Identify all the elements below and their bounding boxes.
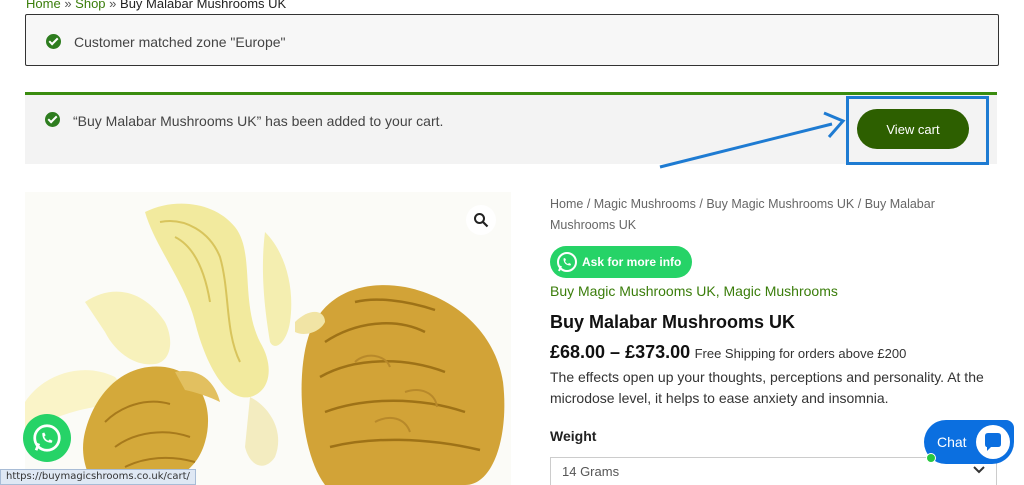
- breadcrumb-current: Buy Malabar Mushrooms UK: [120, 0, 287, 11]
- whatsapp-ask-button[interactable]: Ask for more info: [550, 246, 692, 278]
- whatsapp-float-button[interactable]: [23, 414, 71, 462]
- zone-notice: Customer matched zone "Europe": [25, 14, 999, 66]
- breadcrumb-separator: »: [109, 0, 117, 11]
- mushroom-photo: [25, 203, 505, 485]
- whatsapp-icon: [33, 424, 61, 452]
- shipping-note: Free Shipping for orders above £200: [694, 346, 907, 361]
- crumb-magic-mushrooms-link[interactable]: Magic Mushrooms: [594, 197, 696, 211]
- chat-label: Chat: [937, 434, 967, 450]
- product-categories: Buy Magic Mushrooms UK, Magic Mushrooms: [550, 283, 838, 299]
- crumb-separator: /: [695, 197, 707, 211]
- cart-added-text: “Buy Malabar Mushrooms UK” has been adde…: [73, 113, 444, 129]
- top-breadcrumb: Home » Shop » Buy Malabar Mushrooms UK: [26, 0, 286, 11]
- crumb-separator: /: [854, 197, 865, 211]
- check-icon: [45, 112, 60, 127]
- chat-widget-button[interactable]: Chat: [924, 420, 1014, 464]
- chat-bubble-icon: [976, 425, 1010, 459]
- crumb-separator: /: [583, 197, 594, 211]
- whatsapp-icon: [556, 251, 578, 276]
- product-breadcrumb: Home / Magic Mushrooms / Buy Magic Mushr…: [550, 194, 970, 236]
- weight-label: Weight: [550, 428, 597, 444]
- category-separator: ,: [715, 283, 724, 299]
- crumb-buy-magic-mushrooms-link[interactable]: Buy Magic Mushrooms UK: [706, 197, 854, 211]
- zoom-button[interactable]: [466, 205, 496, 235]
- check-icon: [46, 34, 61, 49]
- whatsapp-ask-label: Ask for more info: [582, 255, 682, 269]
- crumb-home-link[interactable]: Home: [550, 197, 583, 211]
- product-title: Buy Malabar Mushrooms UK: [550, 312, 796, 332]
- chevron-down-icon: [973, 466, 985, 474]
- category-link-magic-mushrooms[interactable]: Magic Mushrooms: [724, 283, 838, 299]
- status-bar-url: https://buymagicshrooms.co.uk/cart/: [0, 469, 196, 485]
- category-link-buy-magic-mushrooms[interactable]: Buy Magic Mushrooms UK: [550, 283, 716, 299]
- online-indicator: [926, 453, 936, 463]
- product-image[interactable]: [25, 192, 511, 485]
- breadcrumb-home-link[interactable]: Home: [26, 0, 61, 11]
- price-range: £68.00 – £373.00: [550, 342, 691, 362]
- breadcrumb-shop-link[interactable]: Shop: [75, 0, 105, 11]
- product-description: The effects open up your thoughts, perce…: [550, 369, 984, 406]
- zone-notice-text: Customer matched zone "Europe": [74, 34, 286, 50]
- price-line: £68.00 – £373.00 Free Shipping for order…: [550, 342, 906, 363]
- breadcrumb-separator: »: [64, 0, 72, 11]
- weight-selected-value: 14 Grams: [562, 464, 620, 479]
- annotation-highlight-box: [846, 96, 989, 165]
- magnifier-icon: [474, 213, 489, 228]
